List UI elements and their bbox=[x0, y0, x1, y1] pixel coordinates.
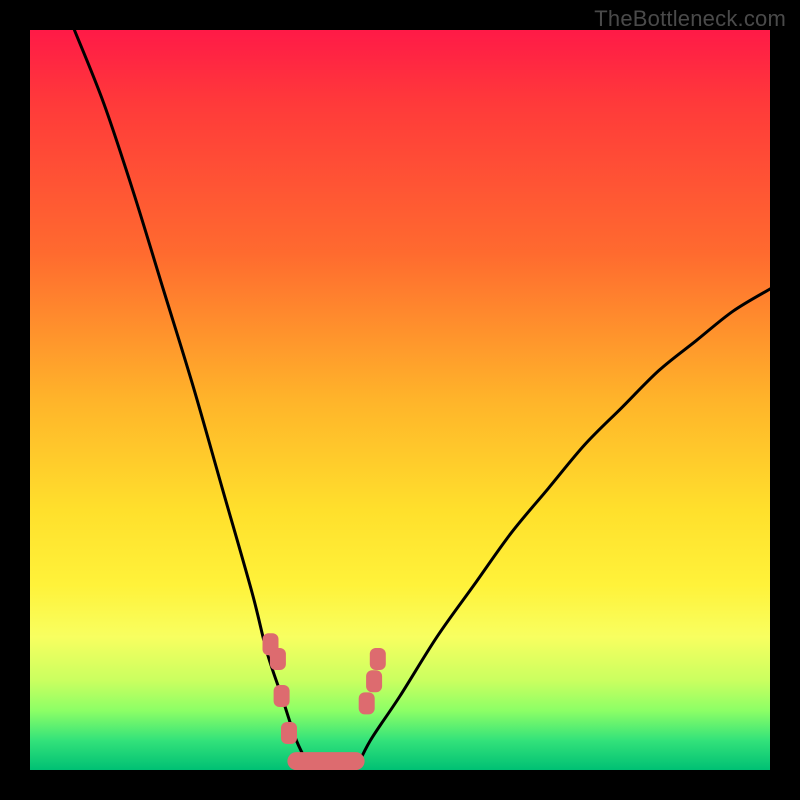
marker-cluster-left-point bbox=[274, 685, 290, 707]
plot-area bbox=[30, 30, 770, 770]
curve-right bbox=[356, 289, 770, 770]
marker-cluster-left-point bbox=[281, 722, 297, 744]
watermark-text: TheBottleneck.com bbox=[594, 6, 786, 32]
marker-cluster-right-point bbox=[366, 670, 382, 692]
marker-cluster-left-point bbox=[270, 648, 286, 670]
marker-cluster-right-point bbox=[359, 692, 375, 714]
chart-frame: TheBottleneck.com bbox=[0, 0, 800, 800]
chart-svg bbox=[30, 30, 770, 770]
marker-cluster-right-point bbox=[370, 648, 386, 670]
